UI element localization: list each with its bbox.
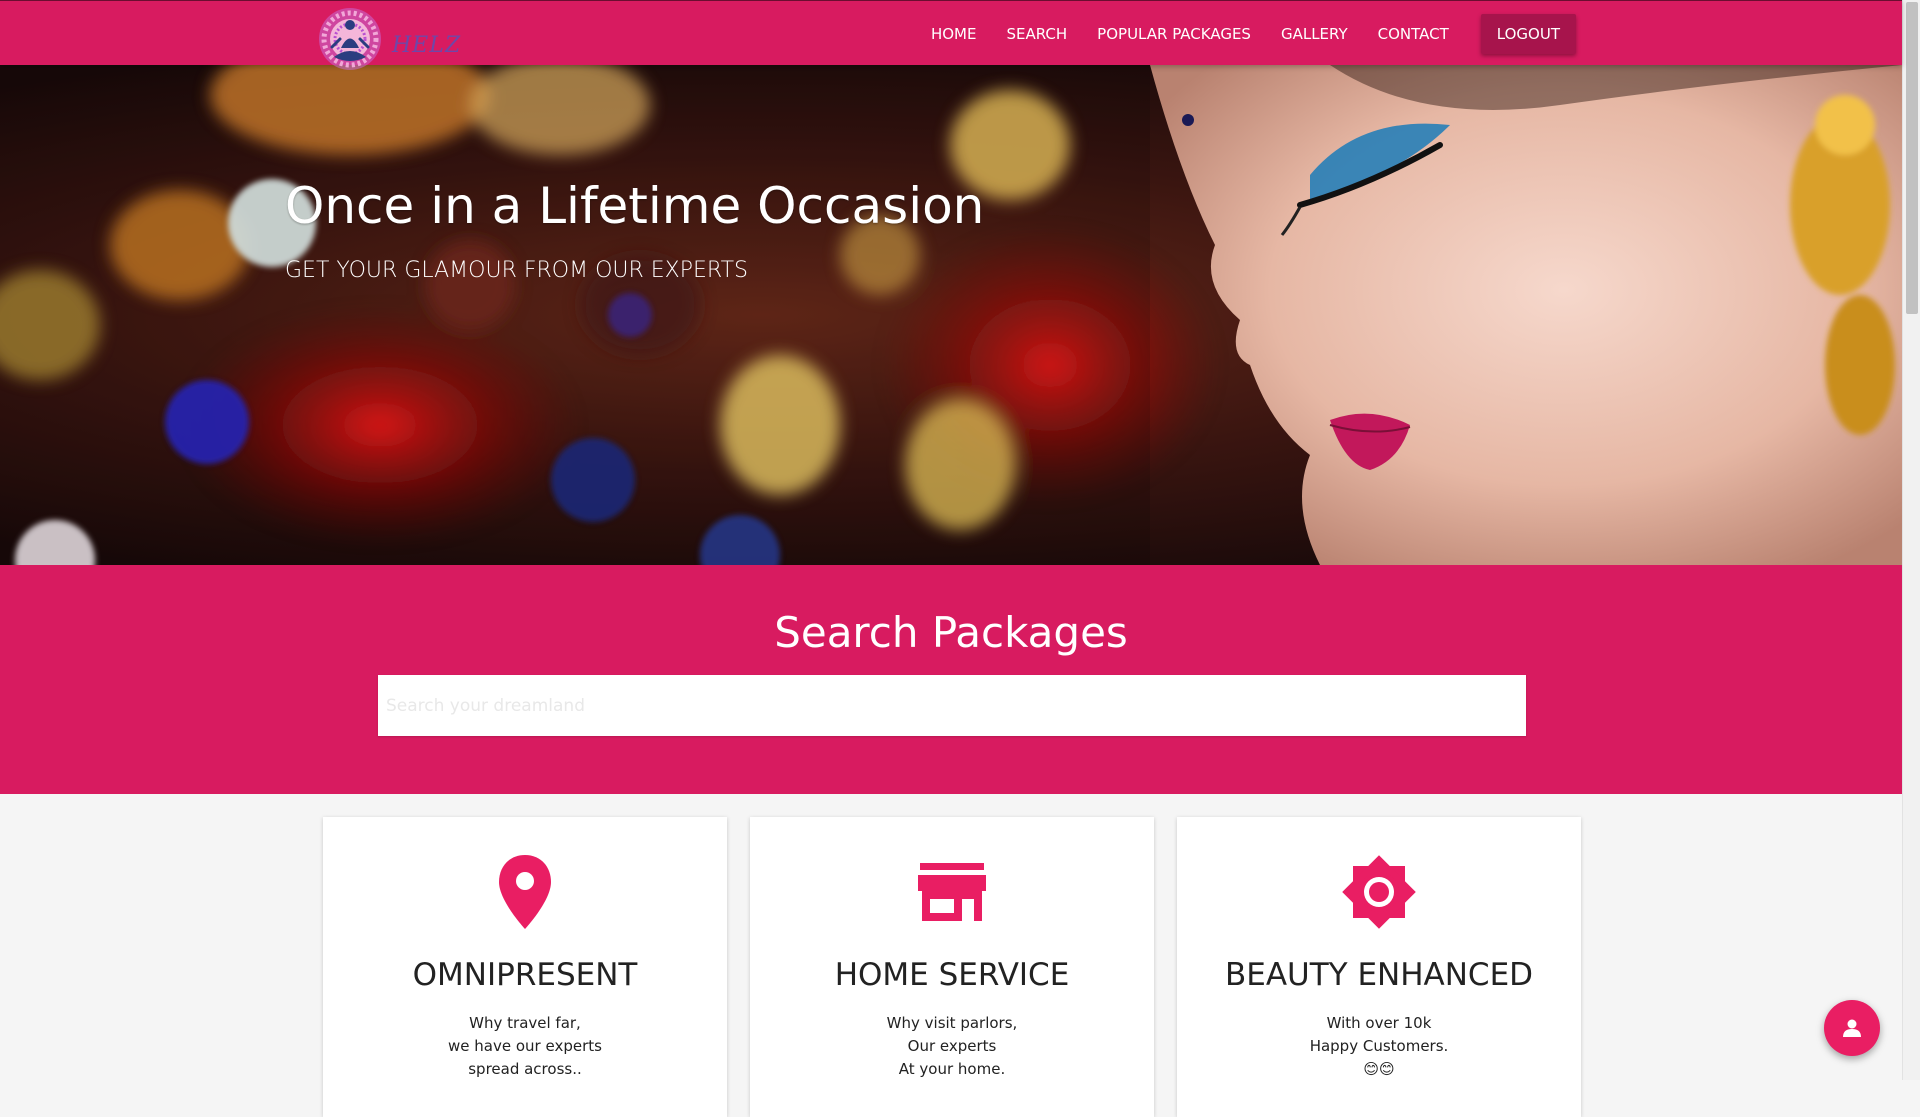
nav-link-contact[interactable]: CONTACT — [1378, 25, 1449, 43]
feature-description-line: Our experts — [907, 1037, 997, 1055]
nav-link-popular-packages[interactable]: POPULAR PACKAGES — [1097, 25, 1251, 43]
feature-description: With over 10k Happy Customers. 😊😊 — [1177, 1012, 1581, 1081]
feature-description-line: Happy Customers. — [1309, 1037, 1449, 1055]
site-logo[interactable]: HELZ — [316, 3, 466, 85]
nav-link-search[interactable]: SEARCH — [1006, 25, 1067, 43]
feature-card-home-service: HOME SERVICE Why visit parlors, Our expe… — [750, 817, 1154, 1117]
logout-button[interactable]: LOGOUT — [1480, 13, 1576, 54]
map-pin-icon — [480, 847, 570, 937]
feature-card-beauty-enhanced: BEAUTY ENHANCED With over 10k Happy Cust… — [1177, 817, 1581, 1117]
feature-title: HOME SERVICE — [834, 957, 1070, 993]
feature-description-line: At your home. — [898, 1060, 1006, 1078]
logo-text: HELZ — [392, 33, 462, 58]
search-section-title: Search Packages — [774, 608, 1128, 657]
user-fab-button[interactable] — [1824, 1000, 1880, 1056]
hero-background-image — [0, 65, 1902, 565]
hero-title: Once in a Lifetime Occasion — [285, 177, 985, 235]
feature-description: Why travel far, we have our experts spre… — [323, 1012, 727, 1081]
feature-description-line: Why visit parlors, — [886, 1014, 1018, 1032]
top-navbar: HELZ HOME SEARCH POPULAR PACKAGES GALLER… — [0, 0, 1902, 70]
meditating-figure-logo-icon — [319, 8, 381, 70]
nav-link-gallery[interactable]: GALLERY — [1281, 25, 1348, 43]
feature-title: OMNIPRESENT — [412, 957, 638, 993]
nav-menu: HOME SEARCH POPULAR PACKAGES GALLERY CON… — [931, 1, 1902, 66]
store-icon — [907, 847, 997, 937]
page-scrollbar[interactable] — [1902, 0, 1920, 1080]
search-input[interactable] — [378, 675, 1526, 736]
feature-description-line: 😊😊 — [1363, 1060, 1395, 1078]
scrollbar-thumb[interactable] — [1906, 2, 1918, 314]
hero-banner: Once in a Lifetime Occasion GET YOUR GLA… — [0, 65, 1902, 565]
feature-card-omnipresent: OMNIPRESENT Why travel far, we have our … — [323, 817, 727, 1117]
hero-subtitle: GET YOUR GLAMOUR FROM OUR EXPERTS — [285, 258, 749, 283]
nav-link-home[interactable]: HOME — [931, 25, 977, 43]
feature-description-line: spread across.. — [468, 1060, 582, 1078]
features-section: OMNIPRESENT Why travel far, we have our … — [0, 794, 1902, 1117]
feature-description-line: Why travel far, — [469, 1014, 581, 1032]
person-icon — [1843, 1019, 1861, 1037]
brightness-icon — [1334, 847, 1424, 937]
feature-description: Why visit parlors, Our experts At your h… — [750, 1012, 1154, 1081]
search-packages-section: Search Packages — [0, 565, 1902, 794]
feature-description-line: With over 10k — [1326, 1014, 1432, 1032]
feature-title: BEAUTY ENHANCED — [1224, 957, 1534, 993]
feature-description-line: we have our experts — [448, 1037, 602, 1055]
